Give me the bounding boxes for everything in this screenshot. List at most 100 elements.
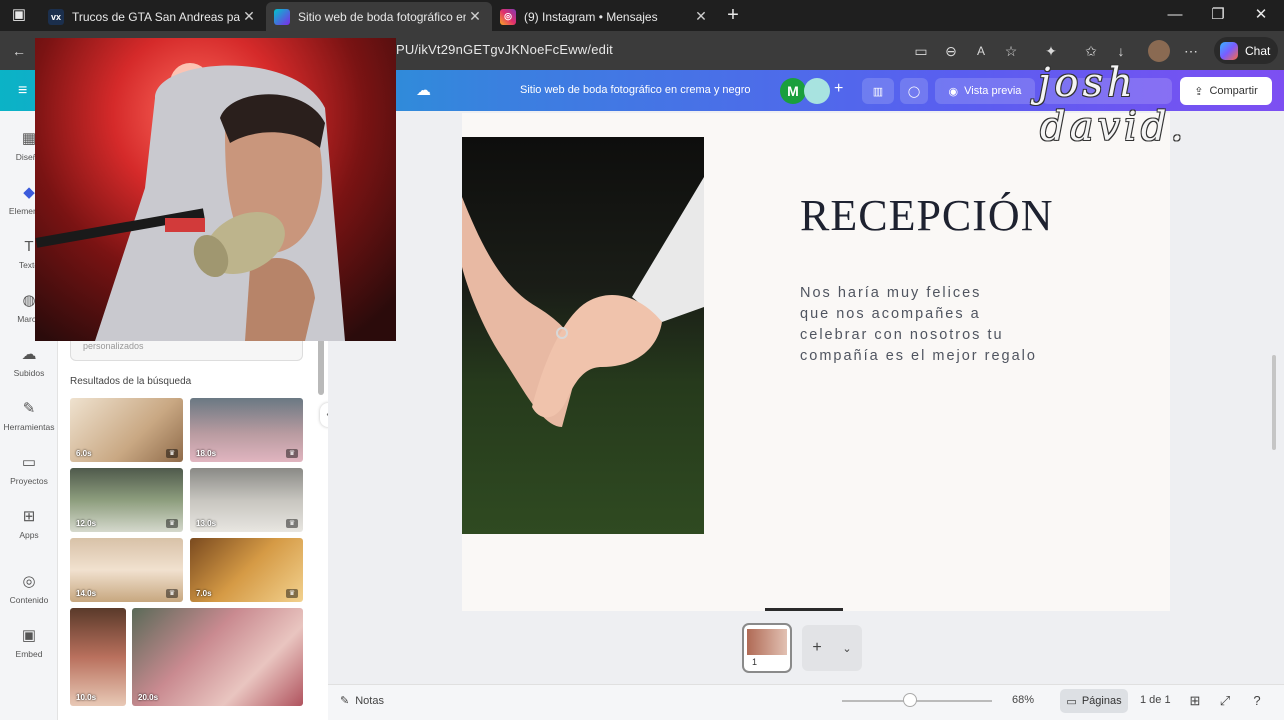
tab-instagram[interactable]: ◎ (9) Instagram • Mensajes ✕ bbox=[492, 2, 718, 31]
zoom-icon[interactable]: ⊖ bbox=[940, 40, 962, 62]
page-title[interactable]: RECEPCIÓN bbox=[800, 190, 1053, 241]
rail-label: Embed bbox=[15, 649, 43, 659]
new-tab-icon[interactable]: + bbox=[718, 4, 748, 26]
grid-view-icon[interactable]: ⊞ bbox=[1186, 692, 1204, 710]
tab-canva[interactable]: Sitio web de boda fotográfico en crema y… bbox=[266, 2, 492, 31]
fullscreen-icon[interactable]: ⤢ bbox=[1216, 692, 1234, 710]
page-thumbnail[interactable]: 1 bbox=[742, 623, 792, 673]
chevron-down-icon[interactable]: ⌄ bbox=[842, 642, 851, 655]
tab-actions-icon[interactable]: ▣ bbox=[4, 4, 34, 26]
zoom-slider-handle[interactable] bbox=[902, 693, 917, 707]
video-duration: 12.0s bbox=[76, 519, 97, 528]
video-thumbnail[interactable]: 20.0s bbox=[132, 608, 303, 706]
editor-footer: ✎ Notas 68% ▭ Páginas 1 de 1 ⊞ ⤢ ? bbox=[328, 684, 1284, 720]
premium-crown-icon: ♛ bbox=[286, 449, 298, 458]
plus-icon: + bbox=[812, 639, 822, 656]
tools-icon: ✎ bbox=[22, 400, 36, 417]
video-duration: 10.0s bbox=[76, 693, 97, 702]
add-page-button[interactable]: + ⌄ bbox=[802, 625, 862, 671]
video-duration: 14.0s bbox=[76, 589, 97, 598]
video-thumbnail[interactable]: 14.0s ♛ bbox=[70, 538, 183, 602]
favorites-icon[interactable]: ✩ bbox=[1080, 40, 1102, 62]
results-heading: Resultados de la búsqueda bbox=[70, 376, 192, 387]
document-title[interactable]: Sitio web de boda fotográfico en crema y… bbox=[520, 84, 751, 96]
favorite-star-icon[interactable]: ☆ bbox=[1000, 40, 1022, 62]
rail-item-embed[interactable]: ▣ Embed bbox=[0, 626, 58, 659]
premium-crown-icon: ♛ bbox=[166, 449, 178, 458]
page-body-text[interactable]: Nos haría muy felices que nos acompañes … bbox=[800, 283, 1100, 367]
rail-label: Proyectos bbox=[10, 476, 48, 486]
back-icon[interactable]: ← bbox=[8, 40, 30, 62]
rail-item-content[interactable]: ◎ Contenido bbox=[0, 572, 58, 605]
close-icon[interactable]: ✕ bbox=[240, 8, 258, 25]
video-thumbnail[interactable]: 7.0s ♛ bbox=[190, 538, 303, 602]
add-collaborator-icon[interactable]: + bbox=[834, 80, 843, 98]
video-duration: 20.0s bbox=[138, 693, 159, 702]
content-icon: ◎ bbox=[22, 573, 36, 590]
premium-crown-icon: ♛ bbox=[166, 589, 178, 598]
body-line: que nos acompañes a bbox=[800, 306, 981, 322]
zoom-slider[interactable] bbox=[842, 700, 992, 702]
video-duration: 13.0s bbox=[196, 519, 217, 528]
hands-photo[interactable] bbox=[462, 137, 704, 534]
webcam-overlay bbox=[35, 38, 396, 341]
rail-item-projects[interactable]: ▭ Proyectos bbox=[0, 453, 58, 486]
rail-label: Apps bbox=[19, 530, 39, 540]
maximize-icon[interactable]: ❐ bbox=[1203, 4, 1233, 26]
window-close-icon[interactable]: ✕ bbox=[1246, 4, 1276, 26]
canva-icon bbox=[274, 8, 290, 25]
folder-icon: ▭ bbox=[21, 454, 37, 471]
video-thumbnail[interactable]: 10.0s bbox=[70, 608, 126, 706]
thumbnail-page-number: 1 bbox=[752, 657, 758, 667]
canvas-scrollbar[interactable] bbox=[1272, 355, 1276, 450]
insights-button[interactable]: ▥ bbox=[862, 78, 894, 104]
video-thumbnail[interactable]: 18.0s ♛ bbox=[190, 398, 303, 462]
pages-icon: ▭ bbox=[1066, 695, 1077, 708]
close-icon[interactable]: ✕ bbox=[692, 8, 710, 25]
menu-icon[interactable]: ≡ bbox=[18, 82, 27, 100]
profile-avatar-icon[interactable] bbox=[1148, 40, 1170, 62]
collaborator-avatar[interactable]: M bbox=[780, 78, 806, 104]
notes-icon: ✎ bbox=[340, 695, 350, 707]
page-indicator bbox=[765, 608, 843, 611]
read-aloud-icon[interactable]: A bbox=[970, 40, 992, 62]
zoom-level[interactable]: 68% bbox=[1012, 694, 1034, 706]
body-line: compañía es el mejor regalo bbox=[800, 348, 1037, 364]
bar-chart-icon: ▥ bbox=[872, 85, 884, 98]
collaborator-avatar-2[interactable] bbox=[804, 78, 830, 104]
body-line: celebrar con nosotros tu bbox=[800, 327, 1004, 343]
extensions-icon[interactable]: ✦ bbox=[1040, 40, 1062, 62]
vx-icon: vx bbox=[48, 8, 64, 25]
downloads-icon[interactable]: ↓ bbox=[1110, 40, 1132, 62]
comment-icon: ◯ bbox=[907, 85, 921, 98]
cloud-save-icon[interactable]: ☁ bbox=[416, 81, 431, 99]
pages-label: Páginas bbox=[1081, 695, 1122, 707]
help-icon[interactable]: ? bbox=[1248, 692, 1266, 710]
video-duration: 6.0s bbox=[76, 449, 92, 458]
video-thumbnail[interactable]: 6.0s ♛ bbox=[70, 398, 183, 462]
preview-button[interactable]: ◉ Vista previa bbox=[935, 78, 1035, 104]
notes-label: Notas bbox=[355, 694, 384, 707]
pages-button[interactable]: ▭ Páginas bbox=[1060, 689, 1128, 713]
tab-view-icon[interactable]: ▭ bbox=[910, 40, 932, 62]
rail-item-tools[interactable]: ✎ Herramientas bbox=[0, 399, 58, 432]
close-icon[interactable]: ✕ bbox=[466, 8, 484, 25]
notes-button[interactable]: ✎ Notas bbox=[340, 694, 384, 708]
video-thumbnail[interactable]: 13.0s ♛ bbox=[190, 468, 303, 532]
minimize-icon[interactable]: — bbox=[1160, 4, 1190, 26]
instagram-icon: ◎ bbox=[500, 8, 516, 25]
watermark-line-1: josh bbox=[1038, 60, 1137, 106]
tab-label: Trucos de GTA San Andreas para PC bbox=[72, 9, 240, 24]
preview-label: Vista previa bbox=[964, 85, 1022, 97]
upload-cloud-icon: ☁ bbox=[21, 346, 37, 363]
tab-label: Sitio web de boda fotográfico en crema y… bbox=[298, 9, 466, 24]
url-field[interactable]: PU/ikVt29nGETgvJKNoeFcEww/edit bbox=[396, 42, 613, 57]
tab-gta[interactable]: vx Trucos de GTA San Andreas para PC ✕ bbox=[40, 2, 266, 31]
rail-item-uploads[interactable]: ☁ Subidos bbox=[0, 345, 58, 378]
rail-item-apps[interactable]: ⊞ Apps bbox=[0, 507, 58, 540]
video-thumbnail[interactable]: 12.0s ♛ bbox=[70, 468, 183, 532]
comments-button[interactable]: ◯ bbox=[900, 78, 928, 104]
apps-icon: ⊞ bbox=[22, 508, 36, 525]
more-menu-icon[interactable]: ⋯ bbox=[1180, 40, 1202, 62]
chat-label: Chat bbox=[1245, 43, 1271, 58]
